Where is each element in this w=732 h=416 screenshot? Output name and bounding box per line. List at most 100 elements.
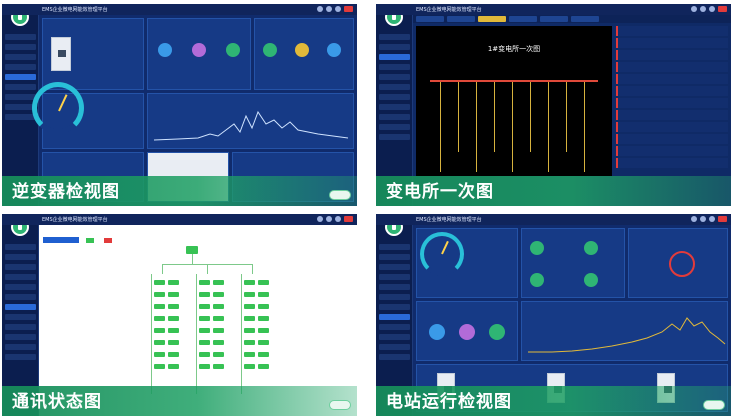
device-node[interactable] (199, 304, 210, 309)
sidebar-item[interactable] (5, 64, 36, 70)
sidebar-item[interactable] (5, 244, 36, 250)
device-node[interactable] (199, 280, 210, 285)
sidebar-item[interactable] (5, 294, 36, 300)
toolbar-icon[interactable] (709, 216, 715, 222)
toolbar-icon[interactable] (718, 216, 727, 222)
device-node[interactable] (154, 340, 165, 345)
toolbar-icon[interactable] (326, 6, 332, 12)
toolbar-icon[interactable] (700, 6, 706, 12)
view-tab[interactable] (478, 16, 506, 22)
circuit-row[interactable] (616, 62, 728, 72)
toolbar-icon[interactable] (317, 216, 323, 222)
device-node[interactable] (213, 352, 224, 357)
device-node[interactable] (168, 340, 179, 345)
circuit-row[interactable] (616, 122, 728, 132)
circuit-row[interactable] (616, 134, 728, 144)
sidebar-item[interactable] (5, 74, 36, 80)
device-node[interactable] (258, 328, 269, 333)
toolbar-icon[interactable] (317, 6, 323, 12)
device-node[interactable] (168, 316, 179, 321)
view-tab[interactable] (416, 16, 444, 22)
sidebar-item[interactable] (5, 354, 36, 360)
sidebar-item[interactable] (379, 34, 410, 40)
sidebar-item[interactable] (5, 304, 36, 310)
device-node[interactable] (199, 364, 210, 369)
toolbar-icon[interactable] (691, 216, 697, 222)
device-node[interactable] (213, 340, 224, 345)
sidebar-item[interactable] (5, 114, 36, 120)
device-node[interactable] (199, 340, 210, 345)
device-node[interactable] (244, 364, 255, 369)
device-node[interactable] (199, 352, 210, 357)
tile-station-monitor[interactable]: EMS企业微电网能效管理平台 电站运行检视图 (376, 214, 731, 416)
sidebar-item[interactable] (379, 354, 410, 360)
sidebar-item[interactable] (379, 104, 410, 110)
sidebar-item[interactable] (5, 254, 36, 260)
device-node[interactable] (213, 280, 224, 285)
device-node[interactable] (154, 328, 165, 333)
sidebar-item[interactable] (379, 134, 410, 140)
sidebar-item[interactable] (379, 324, 410, 330)
device-node[interactable] (154, 304, 165, 309)
tile-comm-status[interactable]: EMS企业微电网能效管理平台 通讯状态图 (2, 214, 357, 416)
sidebar-item[interactable] (5, 284, 36, 290)
sidebar-item[interactable] (379, 74, 410, 80)
device-node[interactable] (258, 304, 269, 309)
device-node[interactable] (244, 316, 255, 321)
view-tab[interactable] (447, 16, 475, 22)
sidebar-item[interactable] (5, 54, 36, 60)
sidebar-item[interactable] (379, 274, 410, 280)
sidebar-item[interactable] (379, 44, 410, 50)
device-node[interactable] (154, 352, 165, 357)
device-node[interactable] (258, 292, 269, 297)
sidebar-item[interactable] (379, 64, 410, 70)
sidebar-item[interactable] (5, 44, 36, 50)
device-node[interactable] (168, 304, 179, 309)
toolbar-icon[interactable] (718, 6, 727, 12)
device-node[interactable] (213, 364, 224, 369)
sidebar-item[interactable] (379, 124, 410, 130)
toolbar-icon[interactable] (335, 216, 341, 222)
circuit-row[interactable] (616, 110, 728, 120)
device-node[interactable] (258, 364, 269, 369)
device-node[interactable] (154, 280, 165, 285)
device-node[interactable] (244, 340, 255, 345)
sidebar-item[interactable] (379, 84, 410, 90)
sidebar-item[interactable] (5, 84, 36, 90)
sidebar-item[interactable] (379, 344, 410, 350)
device-node[interactable] (258, 340, 269, 345)
toolbar-icon[interactable] (344, 6, 353, 12)
device-node[interactable] (213, 316, 224, 321)
device-node[interactable] (154, 316, 165, 321)
circuit-row[interactable] (616, 50, 728, 60)
device-node[interactable] (168, 352, 179, 357)
view-tab[interactable] (540, 16, 568, 22)
sidebar-item[interactable] (379, 314, 410, 320)
device-node[interactable] (168, 292, 179, 297)
device-node[interactable] (168, 328, 179, 333)
device-node[interactable] (258, 352, 269, 357)
device-selector[interactable] (43, 237, 79, 243)
toolbar-icon[interactable] (344, 216, 353, 222)
toolbar-icon[interactable] (709, 6, 715, 12)
device-node[interactable] (168, 280, 179, 285)
device-node[interactable] (244, 352, 255, 357)
circuit-row[interactable] (616, 74, 728, 84)
device-node[interactable] (168, 364, 179, 369)
device-node[interactable] (154, 364, 165, 369)
device-node[interactable] (199, 316, 210, 321)
sidebar-item[interactable] (5, 314, 36, 320)
sidebar-item[interactable] (379, 264, 410, 270)
device-node[interactable] (154, 292, 165, 297)
sidebar-item[interactable] (379, 54, 410, 60)
sidebar-item[interactable] (5, 344, 36, 350)
circuit-row[interactable] (616, 38, 728, 48)
circuit-row[interactable] (616, 158, 728, 168)
sidebar-item[interactable] (5, 324, 36, 330)
device-node[interactable] (244, 328, 255, 333)
sidebar-item[interactable] (5, 264, 36, 270)
gateway-node[interactable] (186, 246, 198, 254)
tile-inverter-detail[interactable]: EMS企业微电网能效管理平台 逆变器检视图 (2, 4, 357, 206)
view-tab[interactable] (571, 16, 599, 22)
view-tab[interactable] (509, 16, 537, 22)
